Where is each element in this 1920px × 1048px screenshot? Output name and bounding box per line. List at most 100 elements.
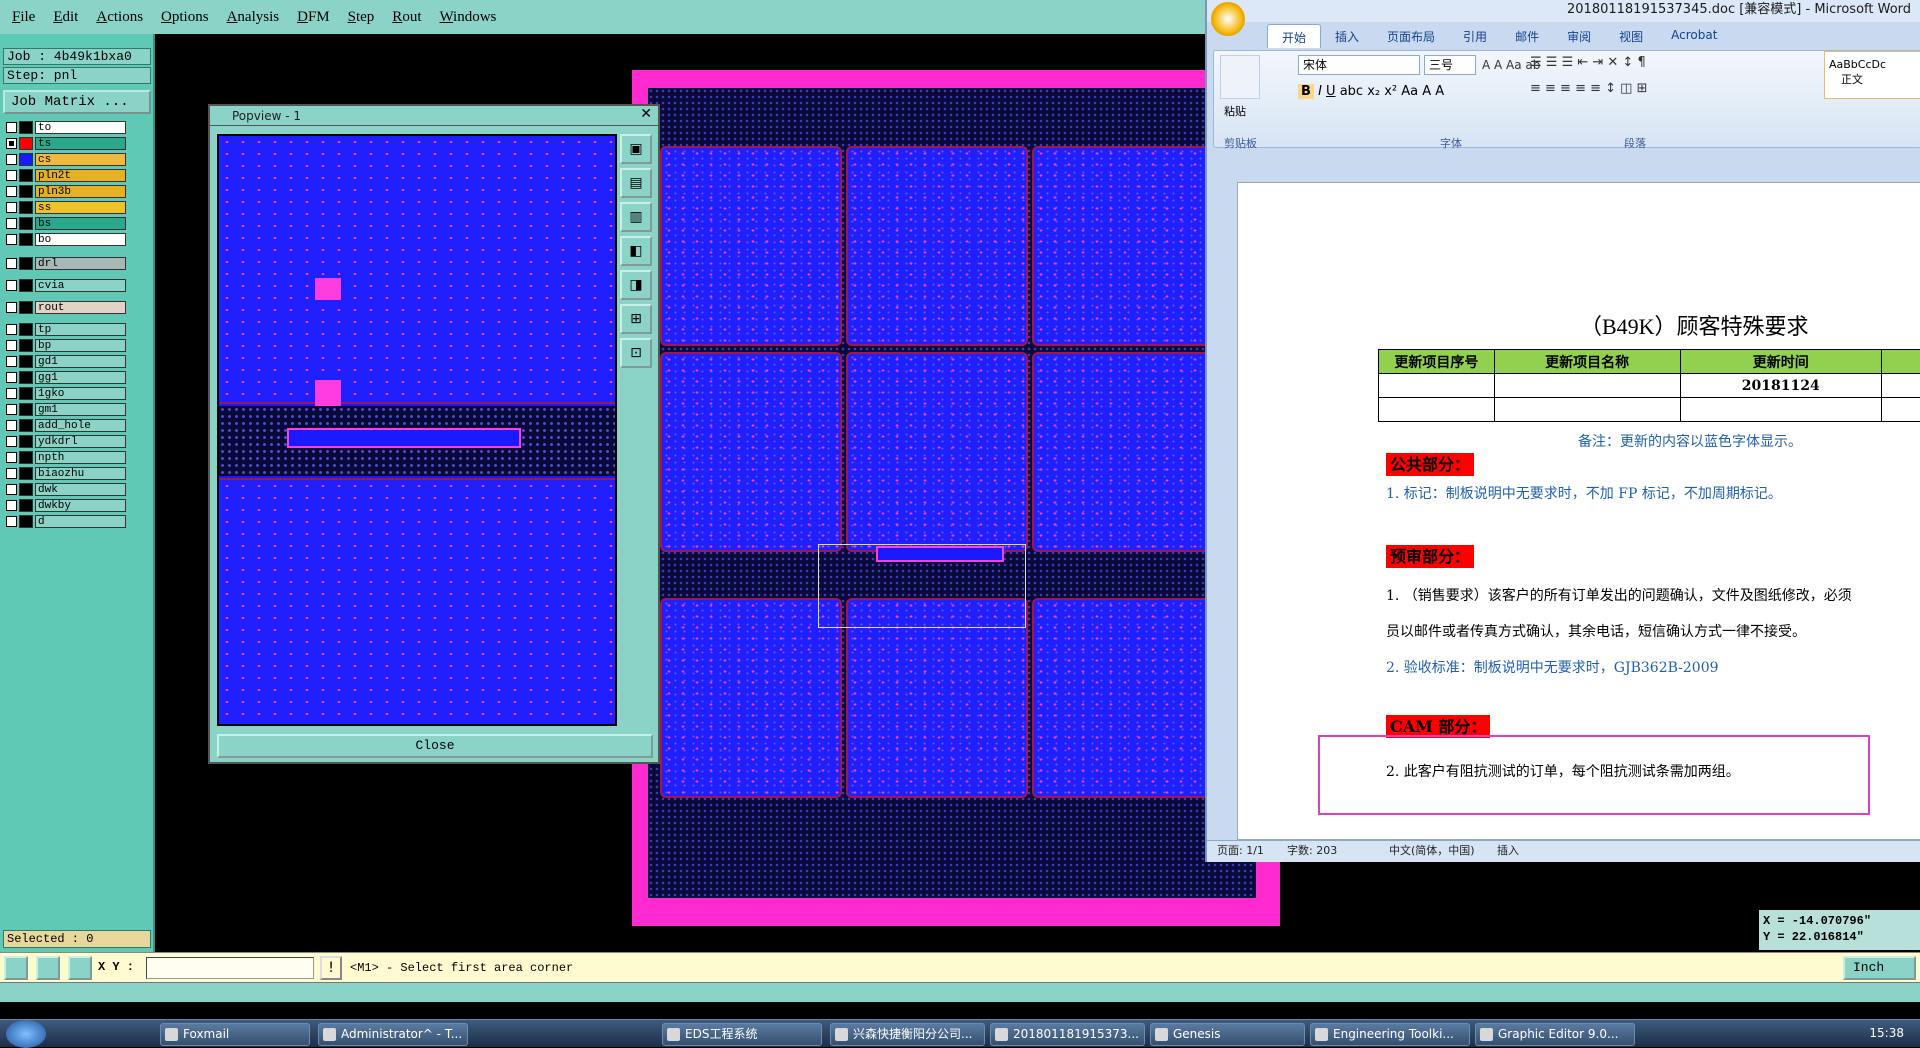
- layer-checkbox[interactable]: [6, 451, 17, 463]
- layer-name[interactable]: to: [35, 120, 126, 134]
- grid-icon[interactable]: [68, 956, 92, 980]
- layer-row-cs[interactable]: cs: [6, 152, 126, 166]
- layer-row-to[interactable]: to: [6, 120, 126, 134]
- layer-name[interactable]: cs: [35, 152, 126, 166]
- layer-name[interactable]: ts: [35, 136, 126, 150]
- paragraph-tools[interactable]: ☰ ☰ ☰ ⇤ ⇥ ✕ ↕ ¶: [1530, 55, 1730, 77]
- status-insert[interactable]: 插入: [1497, 841, 1519, 861]
- layer-row-cvia[interactable]: cvia: [6, 278, 126, 292]
- menu-windows[interactable]: Windows: [439, 9, 496, 26]
- menu-rout[interactable]: Rout: [392, 9, 421, 26]
- popview-close-button[interactable]: Close: [217, 734, 653, 758]
- layer-row-biaozhu[interactable]: biaozhu: [6, 466, 126, 480]
- layer-checkbox[interactable]: [6, 419, 17, 431]
- layer-row-ydkdrl[interactable]: ydkdrl: [6, 434, 126, 448]
- close-icon[interactable]: ✕: [640, 106, 652, 122]
- layer-row-ss[interactable]: ss: [6, 200, 126, 214]
- layer-checkbox[interactable]: [6, 403, 17, 415]
- layer-name[interactable]: drl: [35, 256, 126, 270]
- layer-row-drl[interactable]: drl: [6, 256, 126, 270]
- format-toolbar[interactable]: B I U abc x₂ x² Aa A A: [1298, 81, 1528, 103]
- layer-name[interactable]: biaozhu: [35, 466, 126, 480]
- style-normal[interactable]: AaBbCcDc 正文: [1824, 51, 1920, 99]
- menu-analysis[interactable]: Analysis: [227, 9, 280, 26]
- popview-tool-button[interactable]: ⊞: [620, 304, 652, 334]
- layer-checkbox[interactable]: [6, 515, 17, 527]
- popview-tool-button[interactable]: ▣: [620, 134, 652, 164]
- ribbon-tab[interactable]: 审阅: [1553, 24, 1605, 48]
- layer-checkbox[interactable]: [6, 233, 17, 245]
- popview-tool-button[interactable]: ▤: [620, 168, 652, 198]
- menu-step[interactable]: Step: [348, 9, 375, 26]
- layer-name[interactable]: gm1: [35, 402, 126, 416]
- ribbon-tab[interactable]: 插入: [1321, 24, 1373, 48]
- popview-tool-button[interactable]: ⊡: [620, 338, 652, 368]
- layer-name[interactable]: bp: [35, 338, 126, 352]
- layer-checkbox[interactable]: [6, 301, 17, 313]
- layer-name[interactable]: bs: [35, 216, 126, 230]
- job-matrix-button[interactable]: Job Matrix ...: [3, 90, 151, 114]
- ribbon-tab[interactable]: 引用: [1449, 24, 1501, 48]
- layer-name[interactable]: 1gko: [35, 386, 126, 400]
- taskbar-item[interactable]: Foxmail: [160, 1023, 310, 1046]
- layer-name[interactable]: tp: [35, 322, 126, 336]
- layer-name[interactable]: dwk: [35, 482, 126, 496]
- layer-checkbox[interactable]: [6, 339, 17, 351]
- taskbar-item[interactable]: Administrator^ - T...: [318, 1023, 468, 1046]
- layer-name[interactable]: dwkby: [35, 498, 126, 512]
- layer-checkbox[interactable]: [6, 217, 17, 229]
- layer-row-gm1[interactable]: gm1: [6, 402, 126, 416]
- paste-icon[interactable]: [1220, 55, 1260, 99]
- layer-row-gg1[interactable]: gg1: [6, 370, 126, 384]
- layer-checkbox[interactable]: [6, 279, 17, 291]
- layer-row-dwkby[interactable]: dwkby: [6, 498, 126, 512]
- menu-edit[interactable]: Edit: [53, 9, 78, 26]
- layer-checkbox[interactable]: [6, 499, 17, 511]
- layer-row-1gko[interactable]: 1gko: [6, 386, 126, 400]
- layer-checkbox[interactable]: [6, 257, 17, 269]
- layer-row-dwk[interactable]: dwk: [6, 482, 126, 496]
- taskbar-item[interactable]: EDS工程系统: [662, 1023, 822, 1046]
- status-words[interactable]: 字数: 203: [1287, 841, 1337, 861]
- layer-row-pln2t[interactable]: pln2t: [6, 168, 126, 182]
- layer-name[interactable]: bo: [35, 232, 126, 246]
- layer-checkbox[interactable]: [6, 483, 17, 495]
- menu-options[interactable]: Options: [161, 9, 209, 26]
- ribbon-tab[interactable]: 页面布局: [1373, 24, 1449, 48]
- layer-checkbox[interactable]: [6, 355, 17, 367]
- alignment-tools[interactable]: ≡ ≡ ≡ ≡ ≡ ↕ ◫ ⊞: [1530, 81, 1730, 103]
- layer-name[interactable]: pln2t: [35, 168, 126, 182]
- layer-name[interactable]: gg1: [35, 370, 126, 384]
- layer-checkbox[interactable]: [6, 169, 17, 181]
- ribbon-tab[interactable]: 开始: [1267, 24, 1322, 48]
- info-icon[interactable]: !: [320, 956, 342, 980]
- layer-name[interactable]: add_hole: [35, 418, 126, 432]
- layer-row-npth[interactable]: npth: [6, 450, 126, 464]
- layer-row-bo[interactable]: bo: [6, 232, 126, 246]
- ribbon-tab[interactable]: Acrobat: [1657, 24, 1731, 48]
- layer-row-d[interactable]: d: [6, 514, 126, 528]
- menu-file[interactable]: File: [12, 9, 35, 26]
- layer-name[interactable]: gd1: [35, 354, 126, 368]
- taskbar-item[interactable]: 兴森快捷衡阳分公司...: [830, 1023, 985, 1046]
- layer-checkbox[interactable]: [6, 121, 17, 133]
- popview-tool-button[interactable]: ◧: [620, 236, 652, 266]
- layer-row-rout[interactable]: rout: [6, 300, 126, 314]
- xy-input[interactable]: [146, 957, 314, 979]
- layer-checkbox[interactable]: [6, 371, 17, 383]
- start-button-icon[interactable]: [6, 1020, 46, 1048]
- layer-row-bs[interactable]: bs: [6, 216, 126, 230]
- snap-icon[interactable]: [4, 956, 28, 980]
- taskbar-item[interactable]: Genesis: [1150, 1023, 1305, 1046]
- layer-name[interactable]: pln3b: [35, 184, 126, 198]
- taskbar-item[interactable]: Engineering Toolki...: [1310, 1023, 1470, 1046]
- layer-checkbox[interactable]: [6, 323, 17, 335]
- menu-actions[interactable]: Actions: [96, 9, 143, 26]
- measure-icon[interactable]: [36, 956, 60, 980]
- layer-checkbox[interactable]: [6, 467, 17, 479]
- popview-tool-button[interactable]: ▥: [620, 202, 652, 232]
- font-size-select[interactable]: 三号: [1424, 55, 1476, 75]
- layer-row-gd1[interactable]: gd1: [6, 354, 126, 368]
- layer-row-bp[interactable]: bp: [6, 338, 126, 352]
- layer-name[interactable]: cvia: [35, 278, 126, 292]
